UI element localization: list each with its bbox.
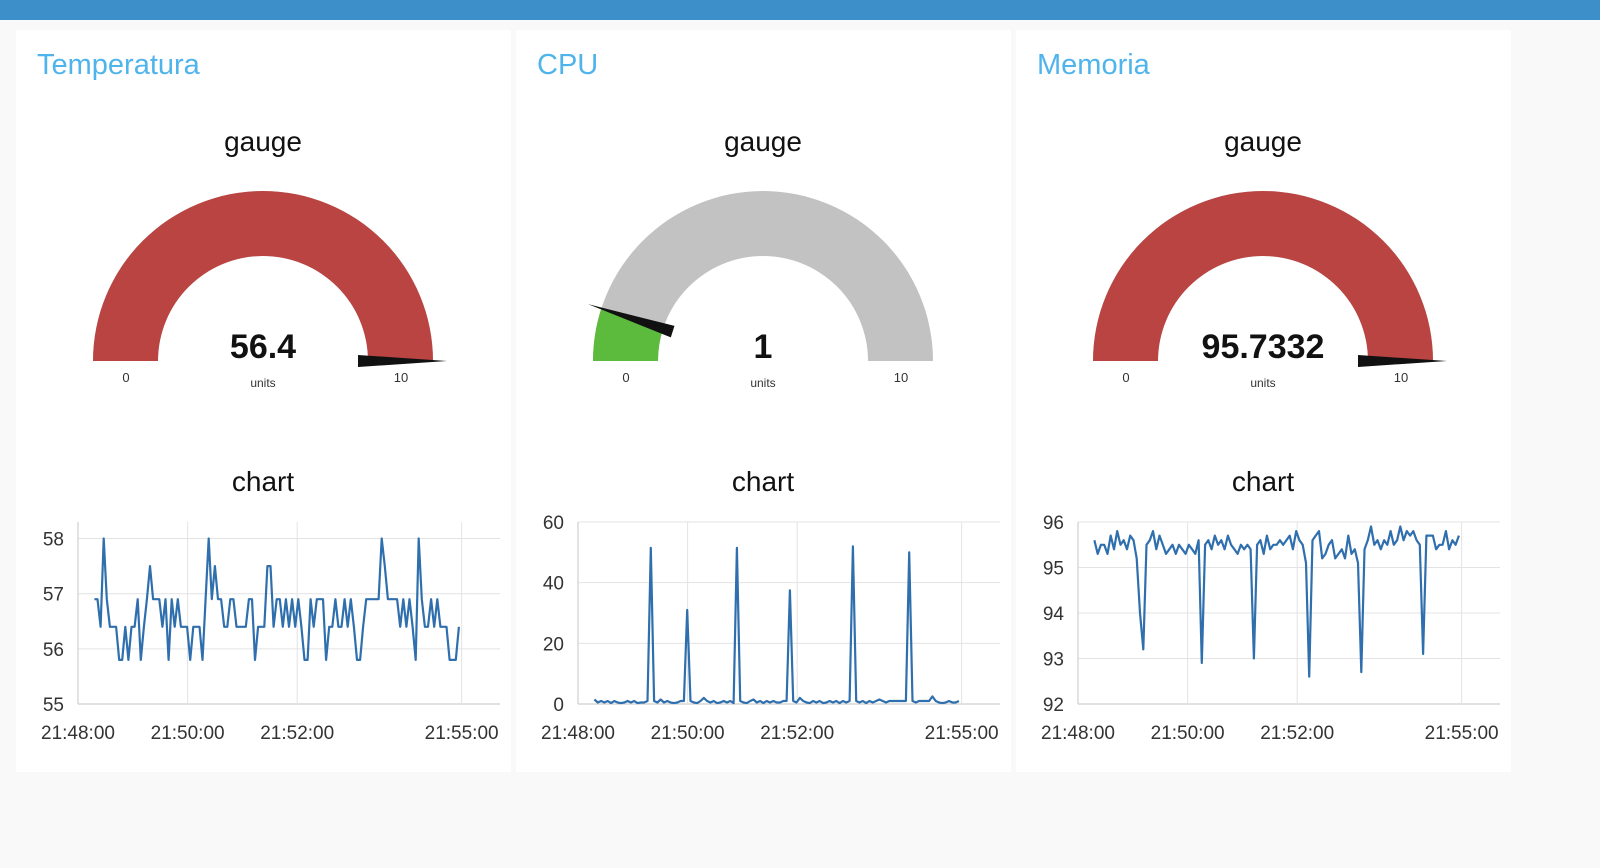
x-tick-label: 21:55:00 bbox=[1425, 723, 1499, 744]
chart-title: chart bbox=[732, 466, 794, 497]
gauge-max-label: 10 bbox=[394, 370, 408, 385]
gauge-value: 56.4 bbox=[230, 328, 296, 366]
y-tick-label: 94 bbox=[1043, 604, 1065, 625]
panel-graphics: gauge 1 units 0 10 chart 0 20 40 60 21:48:00 21:50:… bbox=[541, 126, 1000, 744]
gauge-max-label: 10 bbox=[1394, 370, 1408, 385]
gauge-value: 1 bbox=[754, 328, 773, 366]
panel-graphics: gauge 95.7332 units 0 10 chart 92 93 94 95 96 21:48… bbox=[1041, 126, 1500, 744]
x-tick-label: 21:55:00 bbox=[925, 723, 999, 744]
gauge-min-label: 0 bbox=[122, 370, 129, 385]
panel-memoria: Memoria gauge 95.7332 units 0 10 chart 92 93 94 9… bbox=[1016, 30, 1511, 772]
x-tick-label: 21:48:00 bbox=[541, 723, 615, 744]
y-tick-label: 20 bbox=[543, 634, 564, 655]
gauge-units: units bbox=[250, 376, 275, 390]
y-tick-label: 92 bbox=[1043, 695, 1064, 716]
series-line bbox=[94, 537, 460, 662]
x-tick-label: 21:50:00 bbox=[1151, 723, 1225, 744]
x-tick-label: 21:48:00 bbox=[1041, 723, 1115, 744]
y-tick-label: 40 bbox=[543, 574, 564, 595]
x-tick-label: 21:50:00 bbox=[151, 723, 225, 744]
chart-title: chart bbox=[232, 466, 294, 497]
x-tick-label: 21:48:00 bbox=[41, 723, 115, 744]
y-tick-label: 95 bbox=[1043, 559, 1064, 580]
panel-cpu: CPU gauge 1 units 0 10 chart 0 20 40 60 21:48:00 21… bbox=[516, 30, 1011, 772]
y-tick-label: 55 bbox=[43, 695, 64, 716]
y-tick-label: 57 bbox=[43, 585, 64, 606]
y-tick-label: 58 bbox=[43, 530, 64, 551]
x-tick-label: 21:52:00 bbox=[260, 723, 334, 744]
gauge-title: gauge bbox=[1224, 126, 1302, 157]
panel-graphics: gauge 56.4 units 0 10 chart 55 56 57 58 21:48:00 21… bbox=[41, 126, 500, 744]
gauge-value: 95.7332 bbox=[1202, 328, 1325, 366]
x-tick-label: 21:52:00 bbox=[760, 723, 834, 744]
series-line bbox=[1093, 525, 1460, 678]
x-tick-label: 21:52:00 bbox=[1260, 723, 1334, 744]
x-tick-label: 21:55:00 bbox=[425, 723, 499, 744]
gauge-units: units bbox=[750, 376, 775, 390]
y-tick-label: 0 bbox=[553, 695, 564, 716]
gauge-title: gauge bbox=[724, 126, 802, 157]
gauge-title: gauge bbox=[224, 126, 302, 157]
y-tick-label: 93 bbox=[1043, 650, 1064, 671]
y-tick-label: 56 bbox=[43, 640, 64, 661]
x-tick-label: 21:50:00 bbox=[651, 723, 725, 744]
panel-temperatura: Temperatura gauge 56.4 units 0 10 chart 55 56 57… bbox=[16, 30, 511, 772]
gauge-units: units bbox=[1250, 376, 1275, 390]
header-bar bbox=[0, 0, 1600, 20]
y-tick-label: 60 bbox=[543, 513, 564, 534]
chart-title: chart bbox=[1232, 466, 1294, 497]
gauge-min-label: 0 bbox=[1122, 370, 1129, 385]
y-tick-label: 96 bbox=[1043, 513, 1064, 534]
gauge-min-label: 0 bbox=[622, 370, 629, 385]
series-line bbox=[593, 545, 960, 705]
gauge-max-label: 10 bbox=[894, 370, 908, 385]
